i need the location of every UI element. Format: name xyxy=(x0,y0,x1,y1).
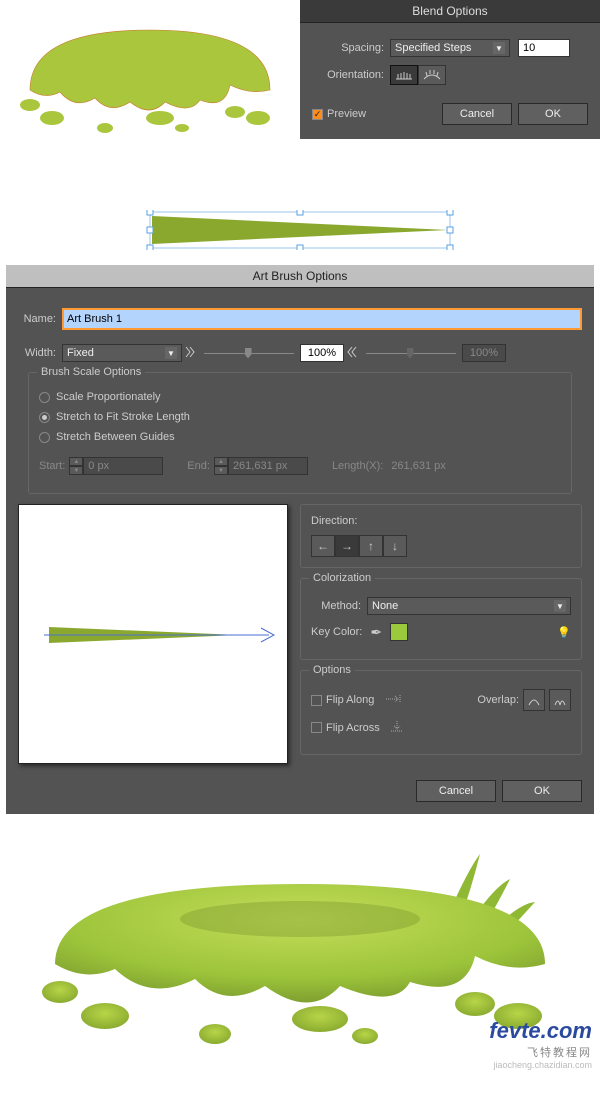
eyedropper-icon[interactable]: ✒ xyxy=(370,624,382,641)
preview-label: Preview xyxy=(327,108,366,120)
radio-stretch-fit[interactable]: Stretch to Fit Stroke Length xyxy=(39,411,561,423)
width-mode-text: Fixed xyxy=(67,347,94,359)
end-stepper: ▲▼ xyxy=(214,457,228,475)
start-stepper: ▲▼ xyxy=(69,457,83,475)
blend-title: Blend Options xyxy=(300,0,600,23)
start-field: 0 px xyxy=(83,457,163,475)
width-label: Width: xyxy=(18,347,62,359)
scale-title: Brush Scale Options xyxy=(37,366,145,378)
brush-name-input[interactable] xyxy=(62,308,582,330)
method-dropdown[interactable]: None ▼ xyxy=(367,597,571,615)
spacing-steps-input[interactable] xyxy=(518,39,570,57)
end-label: End: xyxy=(187,460,210,472)
width-mode-dropdown[interactable]: Fixed ▼ xyxy=(62,344,182,362)
lengthx-value: 261,631 px xyxy=(391,460,445,472)
art-brush-options-panel: Art Brush Options Name: Width: Fixed ▼ 1… xyxy=(6,265,594,814)
blend-options-panel: Blend Options Spacing: Specified Steps ▼… xyxy=(300,0,600,139)
artbrush-cancel-button[interactable]: Cancel xyxy=(416,780,496,802)
colorization-title: Colorization xyxy=(309,572,375,584)
brush-scale-fieldset: Brush Scale Options Scale Proportionatel… xyxy=(28,372,572,494)
chevron-down-icon: ▼ xyxy=(493,42,505,54)
illustration-blob-flat xyxy=(0,0,300,180)
orientation-align-path-button[interactable] xyxy=(418,65,446,85)
orientation-align-page-button[interactable] xyxy=(390,65,418,85)
spacing-dropdown[interactable]: Specified Steps ▼ xyxy=(390,39,510,57)
direction-left-button[interactable]: ← xyxy=(311,535,335,557)
direction-fieldset: Direction: ← → ↑ ↓ xyxy=(300,504,582,568)
flip-across-checkbox[interactable]: Flip Across xyxy=(311,719,406,736)
blend-cancel-button[interactable]: Cancel xyxy=(442,103,512,125)
artbrush-ok-button[interactable]: OK xyxy=(502,780,582,802)
name-label: Name: xyxy=(18,313,62,325)
method-label: Method: xyxy=(311,600,367,612)
direction-down-button[interactable]: ↓ xyxy=(383,535,407,557)
flip-along-checkbox[interactable]: Flip Along xyxy=(311,693,402,708)
orientation-label: Orientation: xyxy=(312,69,390,81)
blend-ok-button[interactable]: OK xyxy=(518,103,588,125)
keycolor-label: Key Color: xyxy=(311,626,362,638)
tips-lightbulb-icon[interactable]: 💡 xyxy=(557,626,571,639)
preview-checkbox[interactable] xyxy=(312,109,323,120)
chevron-down-icon: ▼ xyxy=(165,347,177,359)
width-percent-2: 100% xyxy=(462,344,506,362)
method-value: None xyxy=(372,600,398,612)
spacing-mode-text: Specified Steps xyxy=(395,42,471,54)
spacing-label: Spacing: xyxy=(312,42,390,54)
chevron-down-icon: ▼ xyxy=(554,600,566,612)
align-page-icon xyxy=(394,69,414,81)
direction-up-button[interactable]: ↑ xyxy=(359,535,383,557)
watermark-url: jiaocheng.chazidian.com xyxy=(489,1060,592,1070)
lengthx-label: Length(X): xyxy=(332,460,383,472)
link-left-icon xyxy=(182,345,198,362)
options-fieldset: Options Flip Along Overlap: xyxy=(300,670,582,755)
overlap-label: Overlap: xyxy=(477,694,519,706)
options-title: Options xyxy=(309,664,355,676)
start-label: Start: xyxy=(39,460,65,472)
overlap-icon-1 xyxy=(527,693,541,707)
direction-title: Direction: xyxy=(311,515,571,527)
keycolor-swatch[interactable] xyxy=(390,623,408,641)
radio-stretch-guides[interactable]: Stretch Between Guides xyxy=(39,431,561,443)
watermark-main: fevte.com xyxy=(489,1018,592,1044)
brush-shape-canvas xyxy=(0,180,600,265)
overlap-no-adjust-button[interactable] xyxy=(523,689,545,711)
width-percent-1[interactable]: 100% xyxy=(300,344,344,362)
preview-checkbox-wrap[interactable]: Preview xyxy=(312,108,366,120)
align-path-icon xyxy=(422,69,442,81)
colorization-fieldset: Colorization Method: None ▼ Key Color: ✒ xyxy=(300,578,582,660)
watermark: fevte.com 飞特教程网 jiaocheng.chazidian.com xyxy=(489,1018,592,1070)
overlap-adjust-button[interactable] xyxy=(549,689,571,711)
artbrush-title: Art Brush Options xyxy=(6,265,594,288)
end-field: 261,631 px xyxy=(228,457,308,475)
brush-preview xyxy=(18,504,288,764)
illustration-blob-shaded: fevte.com 飞特教程网 jiaocheng.chazidian.com xyxy=(0,824,600,1074)
radio-scale-prop[interactable]: Scale Proportionately xyxy=(39,391,561,403)
flip-across-icon xyxy=(388,719,406,736)
overlap-icon-2 xyxy=(553,693,567,707)
link-right-icon xyxy=(344,345,360,362)
flip-along-icon xyxy=(384,693,402,708)
direction-right-button[interactable]: → xyxy=(335,535,359,557)
watermark-sub: 飞特教程网 xyxy=(489,1044,592,1060)
